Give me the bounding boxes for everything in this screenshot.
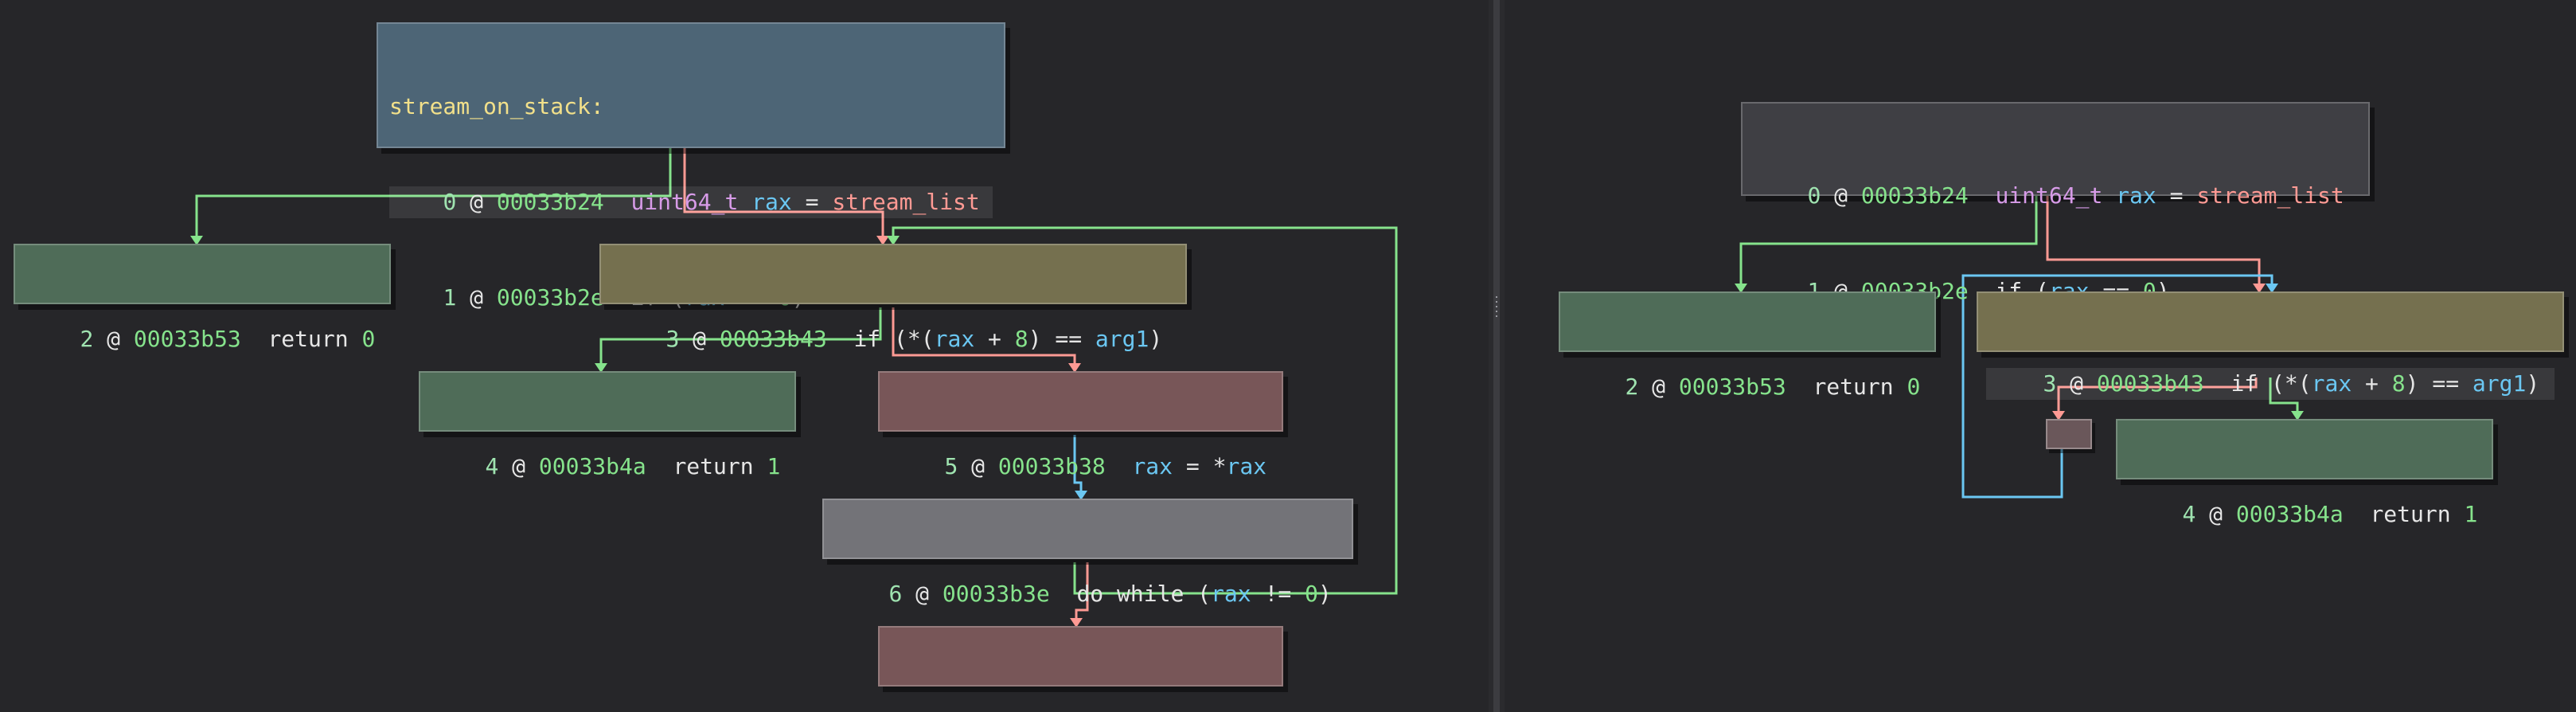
const-token: 1 [2464, 501, 2478, 527]
const-token: 0 [361, 326, 376, 352]
at-sign: @ [2056, 370, 2097, 397]
at-sign: @ [1821, 182, 1861, 209]
instr-index: 1 [443, 284, 457, 311]
cfg-node-entry[interactable]: stream_on_stack: 0 @ 00033b24 uint64_t r… [377, 22, 1005, 311]
cfg-node-3[interactable]: 3 @ 00033b43 if (*(rax + 8) == arg1) [599, 244, 1187, 352]
var-token[interactable]: rax [1132, 453, 1173, 479]
at-sign: @ [958, 453, 998, 479]
instr-index: 6 [888, 581, 903, 607]
instr-index: 7 [944, 708, 958, 712]
const-token: 8 [1014, 326, 1028, 352]
op-token: != [1251, 581, 1306, 607]
splitter-grip-icon[interactable] [1496, 296, 1497, 320]
const-token: 1 [767, 453, 781, 479]
instr-address[interactable]: 00033b4a [539, 453, 646, 479]
var-token[interactable]: rax [1226, 453, 1267, 479]
il-line-0[interactable]: 0 @ 00033b24 uint64_t rax = stream_list [1754, 180, 2357, 212]
cfg-node-5[interactable]: 5 @ 00033b38 rax = *rax [878, 371, 1283, 479]
at-sign: @ [902, 581, 943, 607]
cfg-node-4[interactable]: 4 @ 00033b4a return 1 [2116, 419, 2493, 527]
keyword-token: return [1813, 374, 1907, 400]
op-token: = * [1173, 453, 1227, 479]
instr-address[interactable]: 00033b24 [497, 189, 604, 215]
instr-address[interactable]: 00033b38 [998, 453, 1106, 479]
op-token: ) == [1028, 326, 1095, 352]
cfg-node-4[interactable]: 4 @ 00033b4a return 1 [419, 371, 796, 479]
at-sign: @ [93, 326, 134, 352]
op-token: + [2352, 370, 2392, 397]
keyword-token: return [673, 453, 767, 479]
op-token: = [2156, 182, 2197, 209]
instr-index: 3 [2043, 370, 2057, 397]
instr-address[interactable]: 00033b43 [2097, 370, 2204, 397]
keyword-token: if (*( [853, 326, 935, 352]
var-token[interactable]: rax [1211, 581, 1251, 607]
at-sign: @ [679, 326, 720, 352]
instr-index: 4 [2182, 501, 2196, 527]
type-token[interactable]: uint64_t [1995, 182, 2102, 209]
op-token: ) [1317, 581, 1332, 607]
op-token: + [974, 326, 1015, 352]
instr-index: 3 [665, 326, 680, 352]
graph-view-left[interactable]: stream_on_stack: 0 @ 00033b24 uint64_t r… [0, 0, 1489, 712]
var-token[interactable]: rax [1226, 708, 1267, 712]
cfg-node-3[interactable]: 3 @ 00033b43 if (*(rax + 8) == arg1) [1977, 291, 2564, 400]
graph-view-right[interactable]: 0 @ 00033b24 uint64_t rax = stream_list … [1505, 0, 2576, 712]
cfg-node-2[interactable]: 2 @ 00033b53 return 0 [14, 244, 391, 352]
op-token: ) [1149, 326, 1163, 352]
cfg-node-6[interactable]: 6 @ 00033b3e do while (rax != 0) [822, 499, 1353, 607]
il-line-3[interactable]: 3 @ 00033b43 if (*(rax + 8) == arg1) [1986, 368, 2555, 400]
instr-address[interactable]: 00033b53 [134, 326, 241, 352]
instr-address[interactable]: 00033b4a [2236, 501, 2344, 527]
at-sign: @ [456, 189, 497, 215]
type-token[interactable]: uint64_t [630, 189, 738, 215]
keyword-token: return [1132, 708, 1226, 712]
instr-index: 0 [1807, 182, 1821, 209]
var-token[interactable]: rax [935, 326, 975, 352]
instr-address[interactable]: 00033b3e [943, 581, 1050, 607]
at-sign: @ [456, 284, 497, 311]
at-sign: @ [2195, 501, 2236, 527]
cfg-node-7[interactable]: 7 @ 00033b50 return rax [878, 626, 1283, 712]
var-token[interactable]: rax [2116, 182, 2156, 209]
cfg-node-entry[interactable]: 0 @ 00033b24 uint64_t rax = stream_list … [1741, 102, 2370, 304]
const-token: 0 [1305, 581, 1318, 607]
at-sign: @ [958, 708, 998, 712]
keyword-token: do while ( [1076, 581, 1212, 607]
at-sign: @ [498, 453, 539, 479]
pane-splitter[interactable] [1489, 0, 1505, 712]
instr-address[interactable]: 00033b2e [497, 284, 604, 311]
instr-index: 4 [485, 453, 499, 479]
cfg-node-empty-stub[interactable] [2046, 419, 2092, 449]
instr-address[interactable]: 00033b24 [1861, 182, 1969, 209]
instr-index: 2 [80, 326, 94, 352]
splitter-bar[interactable] [1493, 0, 1500, 712]
keyword-token: if (*( [2231, 370, 2312, 397]
block-label: stream_on_stack: [389, 93, 604, 119]
op-token: ) == [2405, 370, 2473, 397]
keyword-token: return [267, 326, 362, 352]
op-token: ) [2526, 370, 2540, 397]
at-sign: @ [1638, 374, 1679, 400]
const-token: 0 [1907, 374, 1921, 400]
instr-index: 2 [1625, 374, 1639, 400]
const-token: 8 [2391, 370, 2406, 397]
cfg-node-2[interactable]: 2 @ 00033b53 return 0 [1559, 291, 1936, 400]
instr-address[interactable]: 00033b43 [720, 326, 827, 352]
keyword-token: return [2370, 501, 2465, 527]
global-token[interactable]: stream_list [832, 189, 979, 215]
instr-index: 0 [443, 189, 457, 215]
op-token: = [791, 189, 833, 215]
il-line-0[interactable]: 0 @ 00033b24 uint64_t rax = stream_list [389, 186, 993, 218]
instr-index: 5 [944, 453, 958, 479]
instr-address[interactable]: 00033b50 [998, 708, 1106, 712]
arg-token[interactable]: arg1 [2473, 370, 2526, 397]
var-token[interactable]: rax [2312, 370, 2352, 397]
var-token[interactable]: rax [751, 189, 792, 215]
arg-token[interactable]: arg1 [1095, 326, 1149, 352]
global-token[interactable]: stream_list [2196, 182, 2344, 209]
instr-address[interactable]: 00033b53 [1679, 374, 1786, 400]
